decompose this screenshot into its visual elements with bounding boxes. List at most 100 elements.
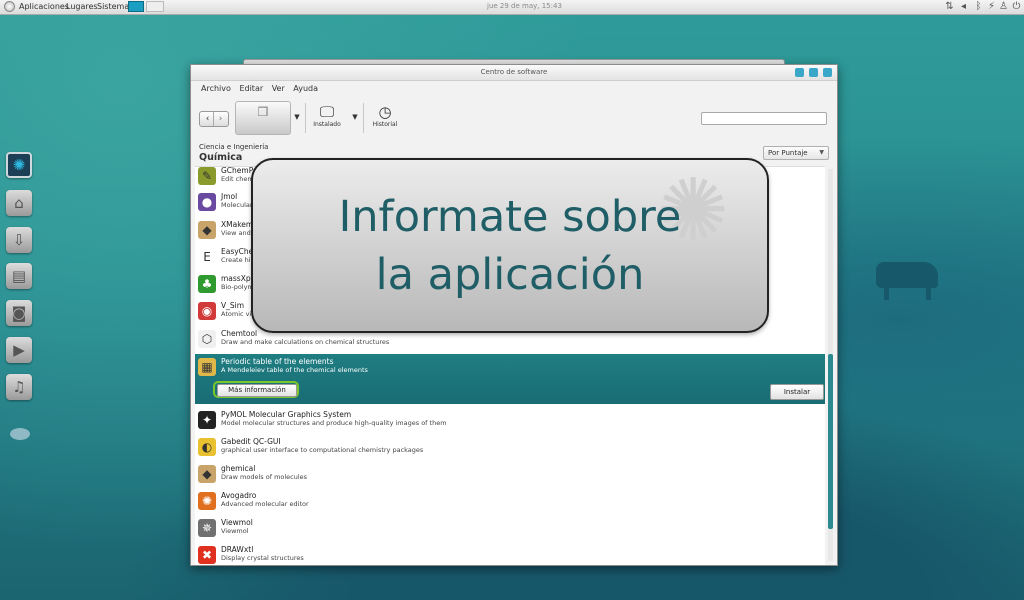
software-box-icon: ❒: [257, 105, 269, 119]
chevron-down-icon: ▼: [819, 149, 824, 156]
back-arrow-icon[interactable]: ‹: [202, 112, 213, 126]
get-software-dropdown-icon[interactable]: ▼: [293, 113, 301, 123]
massxpert-icon: ♣: [198, 275, 216, 293]
home-folder-icon[interactable]: ⌂: [6, 190, 32, 216]
toolbar-separator: [305, 103, 306, 133]
disc-icon[interactable]: [10, 428, 30, 440]
list-item[interactable]: ✺ Avogadro Advanced molecular editor: [195, 488, 825, 515]
workspace-switcher-active[interactable]: [128, 1, 144, 12]
power-cord-icon[interactable]: ⚡: [986, 1, 997, 12]
menubar: Archivo Editar Ver Ayuda: [201, 84, 324, 96]
menu-ver[interactable]: Ver: [272, 84, 285, 93]
app-name: PyMOL Molecular Graphics System: [221, 410, 352, 419]
page-title: Química: [199, 152, 243, 163]
nav-divider: [213, 112, 214, 126]
caption-line2: la aplicación: [375, 250, 645, 300]
vsim-icon: ◉: [198, 302, 216, 320]
workspace-switcher[interactable]: [146, 1, 164, 12]
documents-folder-icon[interactable]: ▤: [6, 263, 32, 289]
cow-leg: [884, 284, 889, 300]
chemtool-icon: ⬡: [198, 330, 216, 348]
scrollbar-thumb[interactable]: [828, 354, 833, 529]
avogadro-icon: ✺: [198, 492, 216, 510]
user-icon[interactable]: ♙: [998, 1, 1009, 12]
app-desc: Draw and make calculations on chemical s…: [221, 338, 390, 346]
drawxtl-icon: ✖: [198, 546, 216, 564]
app-desc: Model molecular structures and produce h…: [221, 419, 447, 427]
list-item[interactable]: ✦ PyMOL Molecular Graphics System Model …: [195, 407, 825, 434]
more-info-button[interactable]: Más información: [213, 381, 299, 398]
installed-label: Instalado: [313, 121, 341, 128]
installed-dropdown-icon[interactable]: ▼: [351, 113, 359, 123]
sort-selected-value: Por Puntaje: [768, 149, 808, 157]
xmakemol-icon: ◆: [198, 221, 216, 239]
list-item[interactable]: ✖ DRAWxtl Display crystal structures: [195, 542, 825, 565]
breadcrumb[interactable]: Ciencia e Ingeniería: [199, 143, 268, 151]
menu-aplicaciones[interactable]: Aplicaciones: [19, 2, 69, 11]
clock[interactable]: jue 29 de may, 15:43: [487, 2, 562, 10]
distro-logo-icon[interactable]: [4, 1, 15, 12]
caption-overlay: ✺ Informate sobre la aplicación: [251, 158, 769, 333]
search-input[interactable]: [701, 112, 827, 125]
history-label: Historial: [372, 121, 398, 128]
monitor-icon[interactable]: ✺: [6, 152, 32, 178]
install-button[interactable]: Instalar: [770, 384, 824, 400]
music-folder-icon[interactable]: ♫: [6, 374, 32, 400]
toolbar-separator: [363, 103, 364, 133]
app-desc: Draw models of molecules: [221, 473, 308, 481]
close-button[interactable]: [823, 68, 832, 77]
app-name: ghemical: [221, 464, 256, 473]
more-info-label: Más información: [217, 384, 297, 397]
menu-editar[interactable]: Editar: [239, 84, 263, 93]
top-panel: Aplicaciones Lugares Sistema jue 29 de m…: [0, 0, 1024, 15]
history-button[interactable]: ◷ Historial: [365, 103, 405, 135]
window-title: Centro de software: [480, 68, 548, 76]
app-name: Viewmol: [221, 518, 253, 527]
list-item[interactable]: ◆ ghemical Draw models of molecules: [195, 461, 825, 488]
maximize-button[interactable]: [809, 68, 818, 77]
app-name: V_Sim: [221, 301, 245, 310]
ghemical-icon: ◆: [198, 465, 216, 483]
volume-icon[interactable]: ◂: [958, 1, 969, 12]
installed-button[interactable]: 🖵 Instalado: [307, 103, 347, 135]
get-software-button[interactable]: ❒: [235, 101, 291, 135]
easychem-icon: E: [198, 248, 216, 266]
periodic-table-icon: ▦: [198, 358, 216, 376]
menu-lugares[interactable]: Lugares: [66, 2, 98, 11]
minimize-button[interactable]: [795, 68, 804, 77]
menu-sistema[interactable]: Sistema: [97, 2, 129, 11]
gchempaint-icon: ✎: [198, 167, 216, 185]
menu-archivo[interactable]: Archivo: [201, 84, 231, 93]
app-name: DRAWxtl: [221, 545, 254, 554]
downloads-folder-icon[interactable]: ⇩: [6, 227, 32, 253]
network-icon[interactable]: ⇅: [944, 1, 955, 12]
viewmol-icon: ✵: [198, 519, 216, 537]
app-name: Gabedit QC-GUI: [221, 437, 281, 446]
clock-icon: ◷: [378, 103, 392, 121]
app-desc: Advanced molecular editor: [221, 500, 309, 508]
list-item[interactable]: ◐ Gabedit QC-GUI graphical user interfac…: [195, 434, 825, 461]
list-item-selected[interactable]: ▦ Periodic table of the elements A Mende…: [195, 354, 825, 404]
app-desc: Display crystal structures: [221, 554, 304, 562]
cow-leg: [926, 284, 931, 300]
pictures-folder-icon[interactable]: ◙: [6, 300, 32, 326]
list-item[interactable]: ✵ Viewmol Viewmol: [195, 515, 825, 542]
window-titlebar[interactable]: Centro de software: [191, 65, 837, 81]
app-name: Chemtool: [221, 329, 258, 338]
app-name: Jmol: [221, 192, 238, 201]
sort-select[interactable]: Por Puntaje ▼: [763, 146, 829, 160]
jmol-icon: ●: [198, 193, 216, 211]
menu-ayuda[interactable]: Ayuda: [293, 84, 318, 93]
app-desc: graphical user interface to computationa…: [221, 446, 424, 454]
pymol-icon: ✦: [198, 411, 216, 429]
forward-arrow-icon[interactable]: ›: [215, 112, 226, 126]
shutdown-icon[interactable]: ⏻: [1011, 1, 1022, 12]
app-desc: Viewmol: [221, 527, 249, 535]
app-name: Avogadro: [221, 491, 257, 500]
videos-folder-icon[interactable]: ▶: [6, 337, 32, 363]
scrollbar[interactable]: [828, 169, 833, 561]
nav-buttons: ‹ ›: [199, 111, 229, 127]
gabedit-icon: ◐: [198, 438, 216, 456]
app-desc: A Mendeleiev table of the chemical eleme…: [221, 366, 368, 374]
bluetooth-icon[interactable]: ᛒ: [973, 1, 984, 12]
